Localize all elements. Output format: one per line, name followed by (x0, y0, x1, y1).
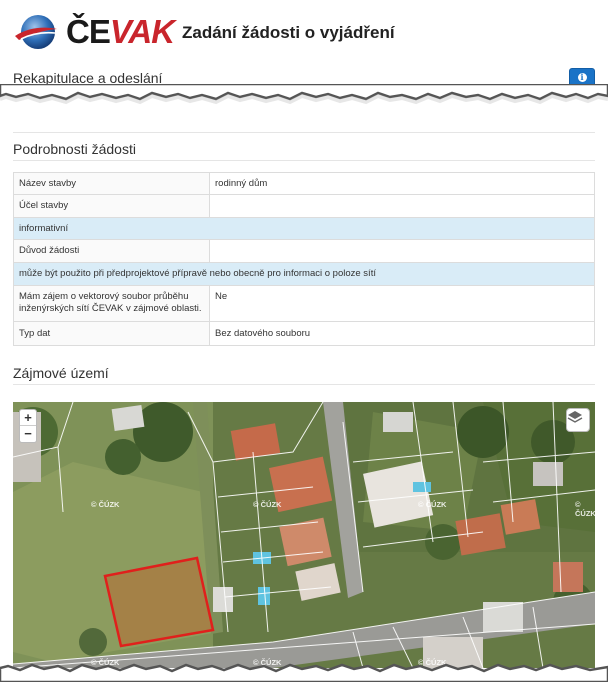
table-row: Mám zájem o vektorový soubor průběhu inž… (13, 285, 595, 322)
page-title: Zadání žádosti o vyjádření (182, 23, 395, 42)
row-key: Důvod žádosti (13, 239, 210, 263)
layers-button[interactable] (566, 408, 590, 432)
divider (13, 132, 595, 133)
map-watermark: © ČÚZK (253, 500, 282, 509)
row-value (209, 194, 595, 218)
torn-edge-divider (0, 663, 608, 682)
info-circle-icon: i (577, 73, 587, 82)
area-heading: Zájmové území (13, 365, 109, 381)
table-row-highlight: informativní (13, 217, 595, 240)
row-key: Název stavby (13, 172, 210, 195)
map-watermark: © ČÚZK (575, 500, 595, 518)
table-row: Typ dat Bez datového souboru (13, 321, 595, 346)
row-key: Typ dat (13, 321, 210, 346)
torn-edge-divider (0, 84, 608, 105)
row-full-text: informativní (13, 217, 595, 240)
details-heading: Podrobnosti žádosti (13, 141, 136, 157)
brand-logo-text: ČEVAK (66, 13, 175, 50)
map-watermark: © ČÚZK (91, 500, 120, 509)
row-value: Bez datového souboru (209, 321, 595, 346)
area-map[interactable]: © ČÚZK © ČÚZK © ČÚZK © ČÚZK © ČÚZK © ČÚZ… (13, 402, 595, 668)
zoom-in-button[interactable]: + (20, 410, 36, 426)
table-row: Důvod žádosti (13, 239, 595, 263)
map-zoom-control: + − (19, 409, 37, 443)
brand-suffix: VAK (109, 13, 175, 50)
brand-prefix: ČE (66, 13, 111, 50)
aerial-map-image (13, 402, 595, 668)
row-key: Účel stavby (13, 194, 210, 218)
map-watermark: © ČÚZK (418, 500, 447, 509)
table-row-highlight: může být použito při předprojektové příp… (13, 262, 595, 286)
row-value: rodinný dům (209, 172, 595, 195)
table-row: Účel stavby (13, 194, 595, 218)
divider (13, 384, 595, 385)
row-value: Ne (209, 285, 595, 322)
details-table: Název stavby rodinný dům Účel stavby inf… (13, 172, 595, 346)
row-key: Mám zájem o vektorový soubor průběhu inž… (13, 285, 210, 322)
divider (13, 160, 595, 161)
cevak-globe-logo-icon (15, 15, 57, 49)
app-header: ČEVAK Zadání žádosti o vyjádření (0, 0, 608, 62)
table-row: Název stavby rodinný dům (13, 172, 595, 195)
zoom-out-button[interactable]: − (20, 426, 36, 442)
row-value (209, 239, 595, 263)
layers-icon (567, 411, 583, 423)
row-full-text: může být použito při předprojektové příp… (13, 262, 595, 286)
